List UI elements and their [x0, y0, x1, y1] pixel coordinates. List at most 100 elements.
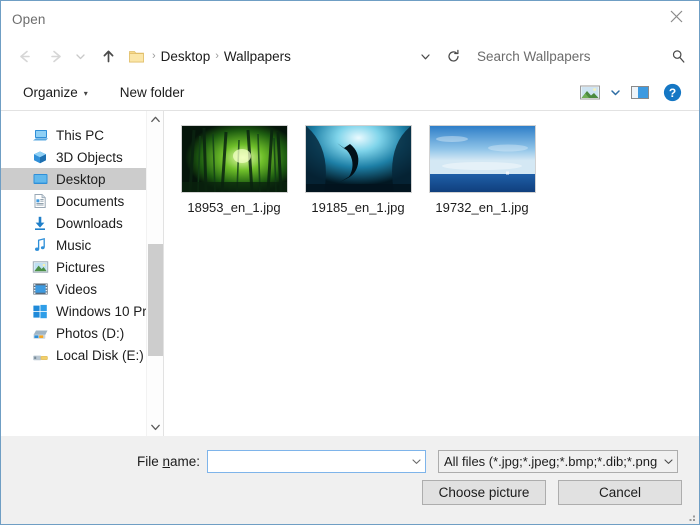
file-item[interactable]: 18953_en_1.jpg: [172, 123, 296, 221]
scroll-down-arrow-icon: [151, 424, 160, 431]
forest-green-thumbnail: [180, 125, 288, 193]
file-grid: 18953_en_1.jpg 19185_en_1.jpg 19732_en_1…: [172, 123, 699, 221]
address-dropdown-button[interactable]: [412, 44, 438, 68]
breadcrumb-wallpapers[interactable]: Wallpapers: [224, 49, 291, 64]
back-button[interactable]: [11, 43, 37, 69]
recent-locations-button[interactable]: [71, 43, 89, 69]
file-name-label-accel: n: [162, 453, 170, 469]
usb-drive-icon: [31, 347, 49, 363]
chevron-down-icon: ▾: [83, 89, 88, 98]
search-icon: [665, 49, 691, 64]
close-button[interactable]: [653, 1, 699, 31]
file-type-filter-dropdown-button[interactable]: [659, 456, 677, 467]
file-item[interactable]: 19185_en_1.jpg: [296, 123, 420, 221]
sidebar-item-label: Local Disk (E:): [56, 347, 144, 363]
sidebar-item-downloads[interactable]: Downloads: [1, 212, 163, 234]
breadcrumb-separator: ›: [215, 50, 219, 62]
sidebar-item-pictures[interactable]: Pictures: [1, 256, 163, 278]
desktop-icon: [31, 171, 49, 187]
file-list-pane[interactable]: 18953_en_1.jpg 19185_en_1.jpg 19732_en_1…: [164, 111, 699, 494]
resize-grip[interactable]: [684, 510, 696, 522]
breadcrumb-separator-leading: ›: [152, 50, 156, 62]
sidebar-list: This PC 3D Objects Desktop Documents Dow…: [1, 111, 163, 366]
refresh-button[interactable]: [439, 43, 467, 69]
organize-button[interactable]: Organize ▾: [15, 81, 96, 104]
view-mode-dropdown-button[interactable]: [607, 80, 623, 106]
file-name-row: File name: All files (*.jpg;*.jpeg;*.bmp…: [1, 449, 699, 473]
file-name-input[interactable]: [207, 449, 426, 473]
sidebar-item-local-disk-e[interactable]: Local Disk (E:): [1, 344, 163, 366]
scrollbar-up-button[interactable]: [147, 111, 163, 128]
address-bar[interactable]: › Desktop › Wallpapers: [127, 44, 439, 68]
sidebar-item-desktop[interactable]: Desktop: [1, 168, 163, 190]
thumbnail: [304, 125, 412, 193]
sidebar-item-videos[interactable]: Videos: [1, 278, 163, 300]
sidebar-item-music[interactable]: Music: [1, 234, 163, 256]
close-icon: [670, 10, 682, 22]
chevron-down-icon: [420, 53, 430, 59]
hard-drive-icon: [31, 325, 49, 341]
open-file-dialog: Open › Desktop › Wallpapers Search Wallp…: [0, 0, 700, 525]
forward-arrow-icon: [50, 50, 61, 62]
cancel-button[interactable]: Cancel: [558, 480, 682, 505]
help-icon: ?: [663, 83, 681, 102]
sidebar-item-label: Desktop: [56, 171, 106, 187]
sidebar-item-this-pc[interactable]: This PC: [1, 124, 163, 146]
sidebar-item-label: This PC: [56, 127, 105, 143]
dialog-buttons: Choose picture Cancel: [422, 480, 682, 505]
sidebar-item-label: Downloads: [56, 215, 123, 231]
sidebar-item-label: 3D Objects: [56, 149, 123, 165]
file-name-label-pre: File: [136, 453, 163, 469]
dialog-title: Open: [12, 11, 46, 27]
back-arrow-icon: [19, 50, 30, 62]
thumbnail: [428, 125, 536, 193]
file-name-dropdown-button[interactable]: [407, 456, 425, 467]
preview-pane-button[interactable]: [625, 80, 655, 106]
extra-large-icons-view-icon: [580, 85, 600, 100]
up-one-level-button[interactable]: [95, 43, 121, 69]
chevron-down-icon: [411, 458, 421, 464]
file-item[interactable]: 19732_en_1.jpg: [420, 123, 544, 221]
scrollbar-thumb[interactable]: [148, 244, 163, 356]
sidebar-scrollbar[interactable]: [146, 111, 163, 436]
file-type-filter-dropdown[interactable]: All files (*.jpg;*.jpeg;*.bmp;*.dib;*.pn…: [438, 449, 678, 473]
search-input[interactable]: Search Wallpapers: [467, 49, 665, 64]
chevron-down-icon: [610, 90, 620, 96]
sidebar-item-label: Photos (D:): [56, 325, 125, 341]
sidebar-item-label: Music: [56, 237, 92, 253]
new-folder-button[interactable]: New folder: [112, 81, 193, 104]
search-box[interactable]: Search Wallpapers: [467, 44, 691, 68]
file-name-label: 18953_en_1.jpg: [187, 200, 281, 215]
help-button[interactable]: ?: [657, 80, 687, 106]
scroll-up-arrow-icon: [151, 116, 160, 123]
file-type-filter-value: All files (*.jpg;*.jpeg;*.bmp;*.dib;*.pn…: [444, 453, 658, 469]
sidebar-item-label: Videos: [56, 281, 98, 297]
file-name-label-static: File name:: [1, 454, 207, 469]
scrollbar-down-button[interactable]: [147, 419, 163, 436]
forward-button[interactable]: [43, 43, 69, 69]
file-name-label: 19185_en_1.jpg: [311, 200, 405, 215]
svg-text:?: ?: [668, 86, 675, 100]
dolphin-underwater-thumbnail: [304, 125, 412, 193]
windows-drive-icon: [31, 303, 49, 319]
view-mode-button[interactable]: [575, 80, 605, 106]
chevron-down-icon: [663, 458, 673, 464]
sidebar-item-label: Documents: [56, 193, 125, 209]
up-arrow-icon: [103, 50, 113, 62]
file-name-label: 19732_en_1.jpg: [435, 200, 529, 215]
preview-pane-icon: [631, 86, 649, 99]
sidebar-item-label: Pictures: [56, 259, 105, 275]
downloads-icon: [31, 215, 49, 231]
navigation-pane: This PC 3D Objects Desktop Documents Dow…: [1, 111, 163, 436]
choose-picture-button[interactable]: Choose picture: [422, 480, 546, 505]
3d-objects-icon: [31, 149, 49, 165]
documents-icon: [31, 193, 49, 209]
sidebar-item-documents[interactable]: Documents: [1, 190, 163, 212]
sidebar-item-photos-d[interactable]: Photos (D:): [1, 322, 163, 344]
breadcrumb-desktop[interactable]: Desktop: [161, 49, 211, 64]
dialog-body: This PC 3D Objects Desktop Documents Dow…: [1, 111, 699, 494]
sidebar-item-3d-objects[interactable]: 3D Objects: [1, 146, 163, 168]
sidebar-item-windows-10-pro[interactable]: Windows 10 Pro: [1, 300, 163, 322]
pictures-icon: [31, 259, 49, 275]
thumbnail: [180, 125, 288, 193]
